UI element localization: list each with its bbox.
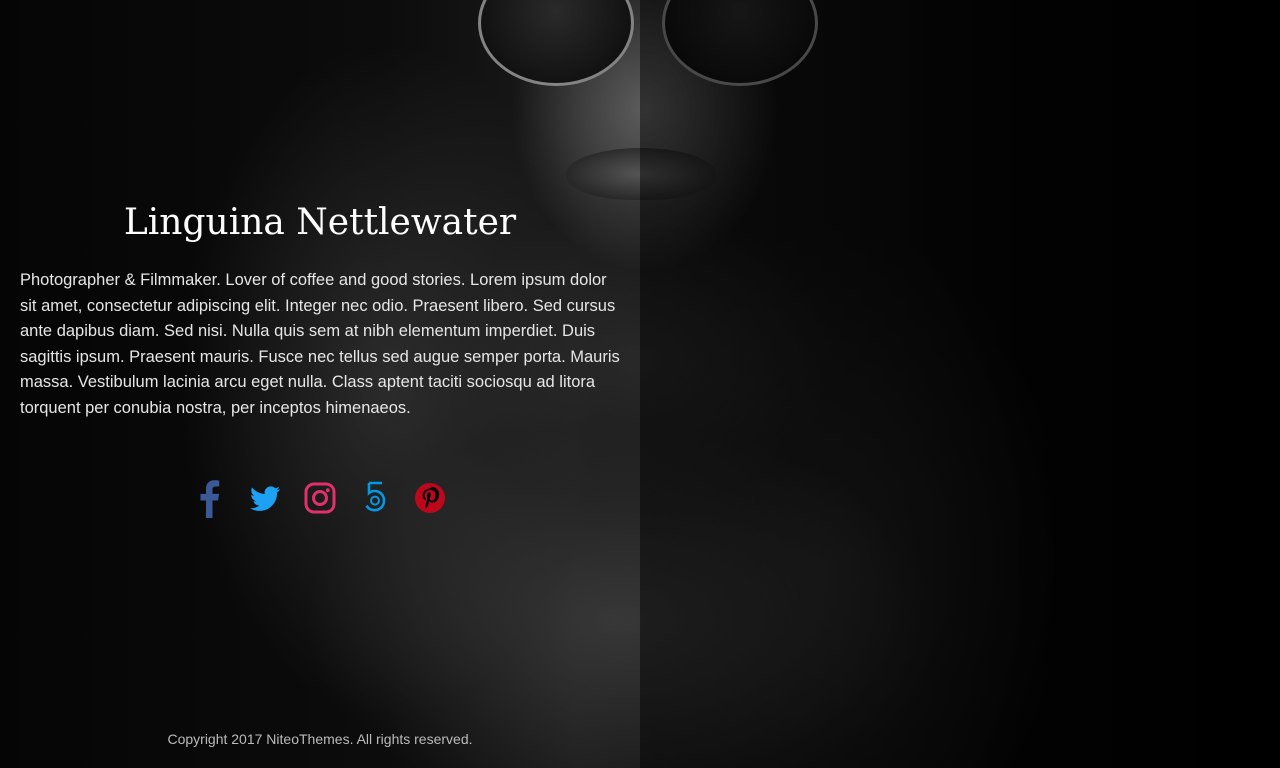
page-title: Linguina Nettlewater	[123, 202, 517, 243]
facebook-link[interactable]	[193, 478, 227, 518]
bio-text: Photographer & Filmmaker. Lover of coffe…	[20, 271, 620, 417]
instagram-link[interactable]	[303, 478, 337, 518]
twitter-icon	[250, 486, 281, 511]
pinterest-link[interactable]	[413, 478, 447, 518]
page: Linguina Nettlewater Photographer & Film…	[0, 0, 1280, 768]
pinterest-icon	[415, 483, 445, 513]
footer-copyright: Copyright 2017 NiteoThemes. All rights r…	[167, 731, 473, 747]
social-links	[193, 478, 447, 518]
500px-link[interactable]	[358, 478, 392, 518]
500px-icon	[365, 481, 386, 512]
background-shade-overlay	[640, 0, 1280, 768]
profile-panel: Linguina Nettlewater Photographer & Film…	[0, 0, 640, 768]
instagram-icon	[304, 482, 336, 514]
facebook-icon	[200, 480, 220, 518]
twitter-link[interactable]	[248, 478, 282, 518]
